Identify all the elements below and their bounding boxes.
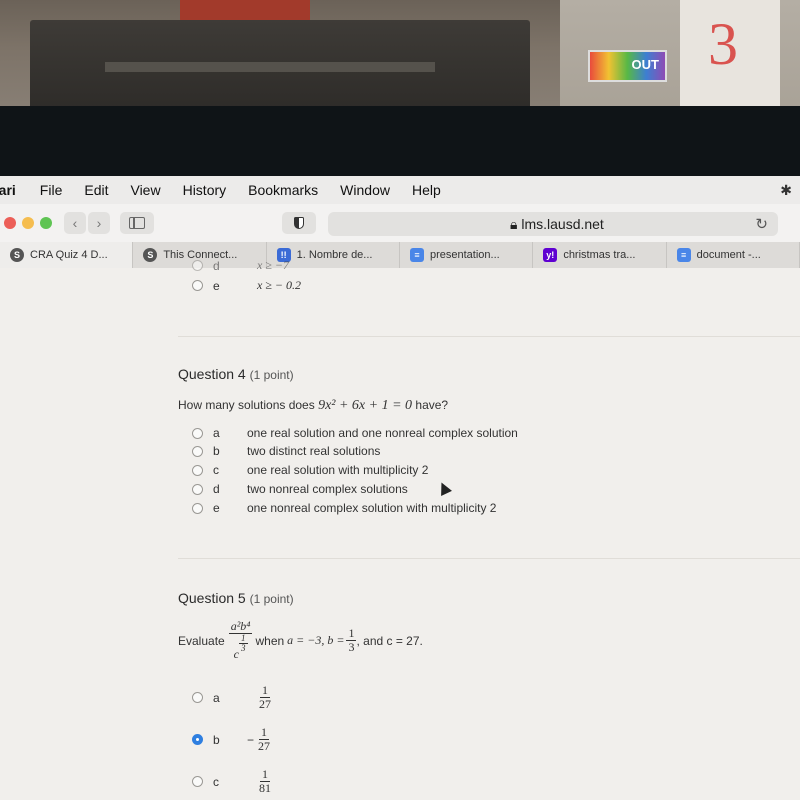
yahoo-icon: y! [543,248,558,262]
q4-option-d[interactable]: d two nonreal complex solutions [192,482,408,496]
divider [178,336,800,337]
q4-radio-c[interactable] [192,464,203,476]
sidebar-button[interactable] [120,212,154,234]
menu-view[interactable]: View [130,182,160,198]
reload-icon[interactable]: ↻ [755,215,768,233]
menu-app-name[interactable]: fari [0,182,16,198]
q5-title: Question 5 (1 point) [178,590,294,606]
menu-history[interactable]: History [183,182,227,198]
q4-option-c[interactable]: c one real solution with multiplicity 2 [192,463,428,477]
q4-radio-a[interactable] [192,427,203,439]
tab-document[interactable]: ≡ document -... [667,242,800,268]
menu-bookmarks[interactable]: Bookmarks [248,182,318,198]
q4-option-a[interactable]: a one real solution and one nonreal comp… [192,426,518,440]
address-bar[interactable]: 🔒︎ lms.lausd.net ↻ [328,212,778,236]
menu-edit[interactable]: Edit [84,182,108,198]
menu-help[interactable]: Help [412,182,441,198]
q4-title: Question 4 (1 point) [178,366,294,382]
tab-cra-quiz[interactable]: S CRA Quiz 4 D... [0,242,134,268]
sidebar-icon [129,217,145,229]
minimize-window-button[interactable] [22,217,34,229]
zoom-window-button[interactable] [40,217,52,229]
chevron-left-icon: ‹ [72,215,78,231]
q3-radio-e[interactable] [192,280,203,291]
paper-sign: 3 [680,0,780,110]
q4-radio-e[interactable] [192,502,203,514]
menu-window[interactable]: Window [340,182,390,198]
q5-expression: a²b⁴ c 13 [228,619,253,661]
q5-radio-a[interactable] [192,692,203,703]
q5-answer-a: 1 27 [259,683,271,711]
q3-option-e[interactable]: e x ≥ − 0.2 [192,278,301,293]
rainbow-sticker: OUT [588,50,667,82]
q5-prompt: Evaluate a²b⁴ c 13 when a = −3, b = 13 ,… [178,619,423,661]
privacy-shield-button[interactable] [282,212,316,234]
q5-answer-b: − 1 27 [247,725,271,753]
q5-radio-b-selected[interactable] [192,734,203,745]
monitor-bezel [0,106,800,176]
divider [178,558,800,559]
room-background: OUT 3 [0,0,800,120]
cabinet [30,20,530,115]
url-text: lms.lausd.net [521,216,604,232]
q5-answer-c: 1 81 [259,767,271,795]
schoology-icon: S [143,248,158,262]
docs-icon: ≡ [676,248,691,262]
tab-christmas[interactable]: y! christmas tra... [533,242,667,268]
q4-radio-d[interactable] [192,483,203,495]
chevron-right-icon: › [96,215,102,231]
q5-option-a[interactable]: a 1 27 [192,684,273,711]
close-window-button[interactable] [4,217,16,229]
menu-bar: fari File Edit View History Bookmarks Wi… [0,176,800,204]
q4-option-b[interactable]: b two distinct real solutions [192,444,380,458]
back-button[interactable]: ‹ [64,212,86,234]
q5-option-c[interactable]: c 1 81 [192,768,273,795]
tab-bar: S CRA Quiz 4 D... S This Connect... !! 1. N… [0,242,800,268]
tab-presentation[interactable]: ≡ presentation... [400,242,534,268]
docs-icon: ≡ [409,248,424,262]
forward-button[interactable]: › [88,212,110,234]
q4-option-e[interactable]: e one nonreal complex solution with mult… [192,501,496,515]
q4-prompt: How many solutions does 9x² + 6x + 1 = 0… [178,398,449,413]
schoology-icon: S [10,248,24,262]
menu-file[interactable]: File [40,182,63,198]
quiz-page: d x ≥ −7 e x ≥ − 0.2 Question 4 (1 point… [0,258,800,800]
bluetooth-icon[interactable]: ✱ [780,182,792,199]
lock-icon: 🔒︎ [510,216,518,232]
q4-radio-b[interactable] [192,445,203,457]
q3-option-d[interactable]: d x ≥ −7 [192,258,289,273]
q3-radio-d[interactable] [192,260,203,271]
browser-toolbar: ‹ › 🔒︎ lms.lausd.net ↻ [0,204,800,243]
q5-radio-c[interactable] [192,776,203,787]
q4-equation: 9x² + 6x + 1 = 0 [318,398,413,413]
q5-option-b[interactable]: b − 1 27 [192,726,272,753]
shield-icon [294,217,304,229]
